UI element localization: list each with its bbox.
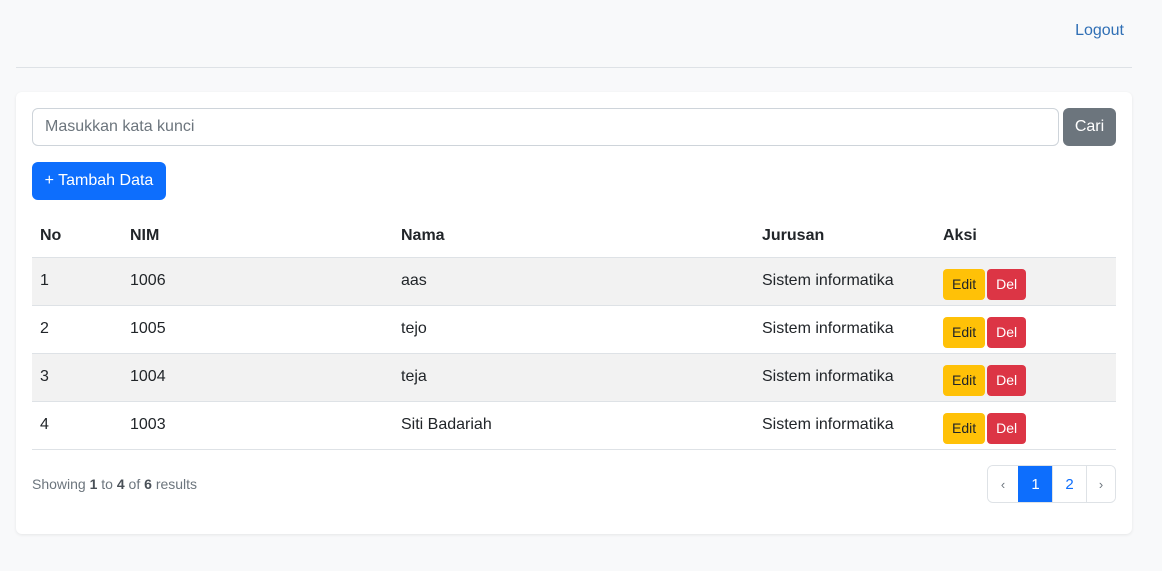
column-header-no: No [32,216,122,258]
edit-button[interactable]: Edit [943,364,986,396]
top-navbar: Logout [16,0,1132,68]
cell-aksi: Edit Del [935,401,1116,450]
delete-button[interactable]: Del [987,364,1027,396]
table-header-row: No NIM Nama Jurusan Aksi [32,216,1116,258]
search-button[interactable]: Cari [1063,108,1116,146]
showing-text: Showing [32,476,86,492]
delete-button[interactable]: Del [987,412,1027,444]
cell-no: 4 [32,401,122,450]
pagination-page-2[interactable]: 2 [1052,466,1086,502]
cell-nim: 1005 [122,305,393,354]
search-form: Cari [32,108,1116,146]
column-header-aksi: Aksi [935,216,1116,258]
edit-button[interactable]: Edit [943,268,986,300]
cell-aksi: Edit Del [935,257,1116,306]
pagination: ‹ 1 2 › [987,465,1116,503]
of-text: of [128,476,141,492]
cell-aksi: Edit Del [935,305,1116,354]
table-row: 1 1006 aas Sistem informatika Edit Del [32,257,1116,306]
table-row: 4 1003 Siti Badariah Sistem informatika … [32,401,1116,450]
cell-nama: aas [393,257,754,306]
column-header-nim: NIM [122,216,393,258]
cell-no: 1 [32,257,122,306]
cell-nama: Siti Badariah [393,401,754,450]
student-table: No NIM Nama Jurusan Aksi 1 1006 aas Sist… [32,216,1116,450]
column-header-jurusan: Jurusan [754,216,935,258]
pagination-next-chevron-icon[interactable]: › [1086,466,1115,502]
main-card: Cari + Tambah Data No NIM Nama Jurusan A… [16,92,1132,534]
table-row: 2 1005 tejo Sistem informatika Edit Del [32,305,1116,354]
pagination-page-1[interactable]: 1 [1018,466,1052,502]
cell-jurusan: Sistem informatika [754,353,935,402]
cell-jurusan: Sistem informatika [754,305,935,354]
cell-aksi: Edit Del [935,353,1116,402]
cell-no: 2 [32,305,122,354]
cell-nim: 1006 [122,257,393,306]
delete-button[interactable]: Del [987,316,1027,348]
cell-no: 3 [32,353,122,402]
results-text: results [155,476,198,492]
edit-button[interactable]: Edit [943,316,986,348]
cell-jurusan: Sistem informatika [754,401,935,450]
add-data-button[interactable]: + Tambah Data [32,162,166,200]
to-text: to [101,476,113,492]
cell-nama: tejo [393,305,754,354]
table-row: 3 1004 teja Sistem informatika Edit Del [32,353,1116,402]
cell-jurusan: Sistem informatika [754,257,935,306]
cell-nim: 1003 [122,401,393,450]
results-from: 1 [89,476,98,492]
results-summary: Showing 1 to 4 of 6 results [32,476,197,492]
cell-nama: teja [393,353,754,402]
column-header-nama: Nama [393,216,754,258]
delete-button[interactable]: Del [987,268,1027,300]
results-total: 6 [144,476,152,492]
pagination-prev-chevron-icon[interactable]: ‹ [988,466,1018,502]
cell-nim: 1004 [122,353,393,402]
edit-button[interactable]: Edit [943,412,986,444]
search-input[interactable] [32,108,1059,146]
logout-link[interactable]: Logout [1075,22,1124,40]
results-to: 4 [116,476,125,492]
